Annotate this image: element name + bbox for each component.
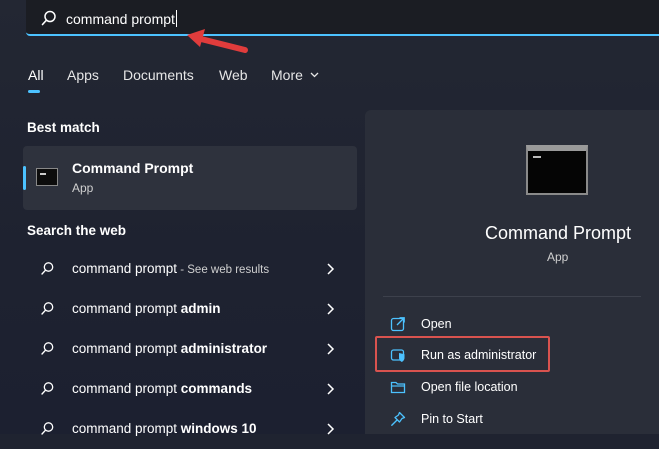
command-prompt-icon xyxy=(36,168,58,186)
folder-icon xyxy=(390,381,406,394)
search-web-heading: Search the web xyxy=(27,223,127,238)
web-result-bold: administrator xyxy=(180,341,268,356)
web-result-row[interactable]: command prompt administrator xyxy=(23,329,357,369)
web-result-row[interactable]: command prompt admin xyxy=(23,289,357,329)
divider xyxy=(383,296,641,297)
web-result-row[interactable]: command prompt - See web results xyxy=(23,249,357,289)
chevron-right-icon xyxy=(327,263,335,275)
web-result-bold: admin xyxy=(180,301,221,316)
action-open-file-location[interactable]: Open file location xyxy=(390,377,630,399)
search-icon xyxy=(41,302,54,315)
search-bar[interactable]: command prompt xyxy=(26,0,659,36)
chevron-right-icon xyxy=(327,383,335,395)
web-result-text: command prompt xyxy=(72,301,181,316)
selection-indicator xyxy=(23,166,26,190)
action-label: Open file location xyxy=(421,380,518,394)
chevron-right-icon xyxy=(327,343,335,355)
tab-web[interactable]: Web xyxy=(219,67,248,83)
action-label: Open xyxy=(421,317,452,331)
web-result-row[interactable]: command prompt windows 10 xyxy=(23,409,357,449)
tab-apps[interactable]: Apps xyxy=(67,67,99,83)
command-prompt-large-icon xyxy=(526,145,588,195)
web-result-text: command prompt xyxy=(72,261,178,276)
active-tab-indicator xyxy=(28,90,40,93)
search-icon xyxy=(41,342,54,355)
detail-title: Command Prompt xyxy=(485,223,632,243)
tab-all[interactable]: All xyxy=(28,67,44,83)
best-match-item[interactable]: Command Prompt App xyxy=(23,146,357,210)
text-caret xyxy=(175,10,177,27)
chevron-right-icon xyxy=(327,303,335,315)
web-result-suffix: - See web results xyxy=(177,264,270,276)
search-icon xyxy=(41,10,56,26)
chevron-down-icon xyxy=(310,72,319,78)
detail-subtitle: App xyxy=(547,250,569,264)
search-icon xyxy=(41,262,54,275)
pin-icon xyxy=(391,411,406,426)
tab-more-label: More xyxy=(271,67,303,83)
action-label: Pin to Start xyxy=(421,412,483,426)
annotation-arrow-icon xyxy=(187,29,248,53)
web-result-text: command prompt xyxy=(72,341,181,356)
search-icon xyxy=(41,382,54,395)
best-match-title: Command Prompt xyxy=(72,160,194,176)
action-pin-to-start[interactable]: Pin to Start xyxy=(390,409,630,431)
tab-documents[interactable]: Documents xyxy=(123,67,194,83)
tab-more[interactable]: More xyxy=(271,67,319,83)
search-input[interactable]: command prompt xyxy=(66,10,177,27)
web-result-bold: commands xyxy=(180,381,253,396)
open-icon xyxy=(390,317,405,332)
action-open[interactable]: Open xyxy=(390,314,630,336)
annotation-highlight-box xyxy=(375,336,550,372)
web-result-text: command prompt xyxy=(72,381,181,396)
web-result-row[interactable]: command prompt commands xyxy=(23,369,357,409)
detail-panel: Command Prompt App Open Run as administr… xyxy=(365,110,659,434)
best-match-heading: Best match xyxy=(27,120,100,135)
best-match-subtitle: App xyxy=(72,181,94,195)
